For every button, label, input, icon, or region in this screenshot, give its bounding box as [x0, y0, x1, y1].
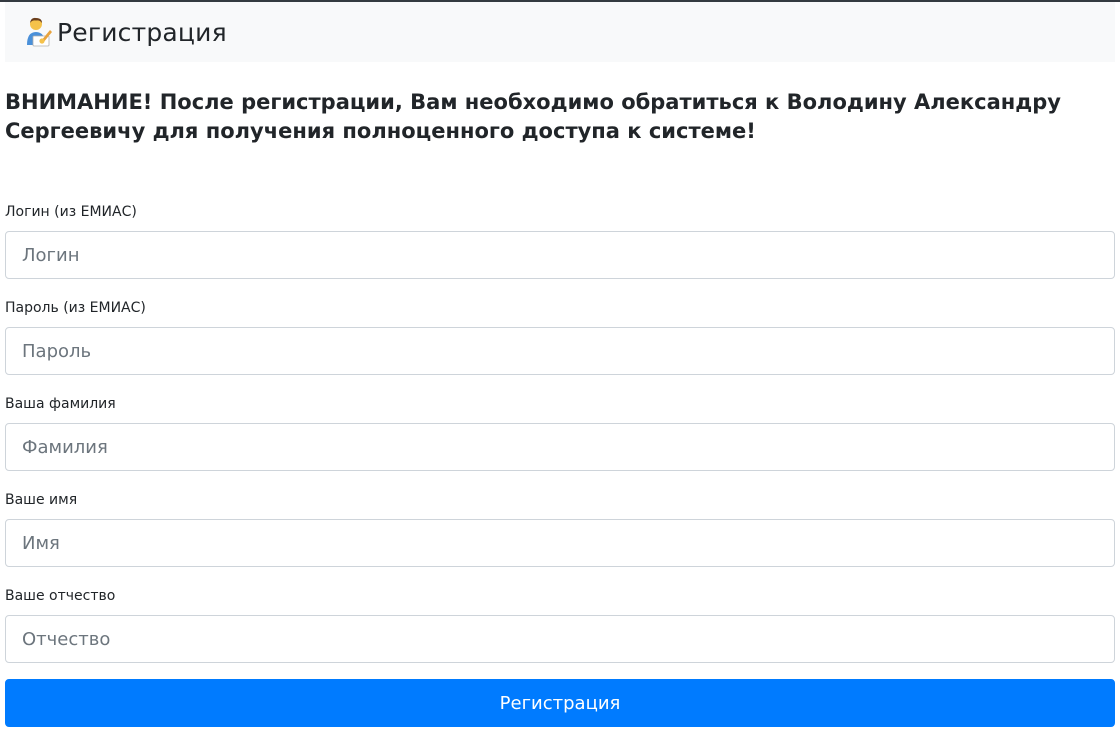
last-name-input[interactable]: [5, 423, 1115, 471]
patronymic-label: Ваше отчество: [5, 588, 116, 604]
patronymic-input[interactable]: [5, 615, 1115, 663]
last-name-label: Ваша фамилия: [5, 396, 116, 412]
password-input[interactable]: [5, 327, 1115, 375]
page-title: Регистрация: [57, 17, 227, 47]
login-label: Логин (из ЕМИАС): [5, 204, 137, 220]
first-name-label: Ваше имя: [5, 492, 78, 508]
writing-hand-icon: [25, 17, 53, 47]
attention-notice: ВНИМАНИЕ! После регистрации, Вам необход…: [5, 90, 1061, 143]
page-header: Регистрация: [5, 2, 1115, 62]
login-input[interactable]: [5, 231, 1115, 279]
register-button[interactable]: Регистрация: [5, 679, 1115, 727]
first-name-input[interactable]: [5, 519, 1115, 567]
password-label: Пароль (из ЕМИАС): [5, 300, 146, 316]
